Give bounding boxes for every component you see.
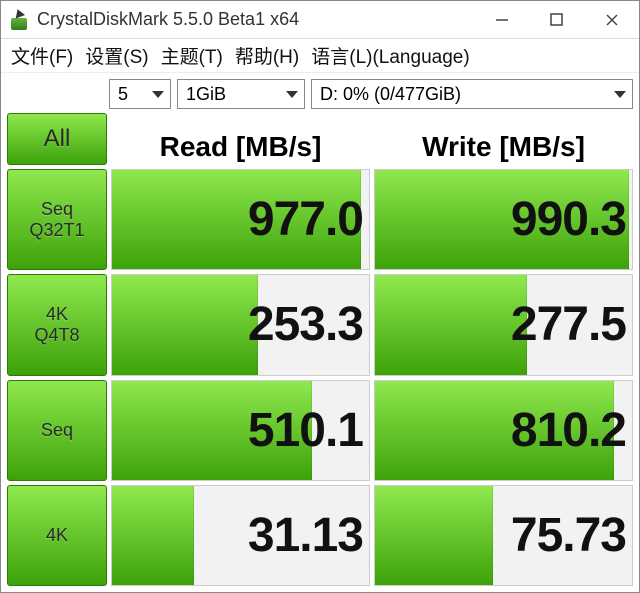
content-area: 5 1GiB D: 0% (0/477GiB) All Read [MB/s] …	[1, 73, 639, 592]
result-value: 277.5	[375, 275, 632, 374]
results-grid: All Read [MB/s] Write [MB/s] Seq Q32T1 9…	[7, 113, 633, 586]
menubar: 文件(F) 设置(S) 主题(T) 帮助(H) 语言(L)(Language)	[1, 39, 639, 73]
menu-theme[interactable]: 主题(T)	[157, 40, 227, 71]
controls-row: 5 1GiB D: 0% (0/477GiB)	[109, 79, 633, 109]
menu-language[interactable]: 语言(L)(Language)	[307, 40, 473, 71]
result-value: 75.73	[375, 486, 632, 585]
window-title: CrystalDiskMark 5.5.0 Beta1 x64	[37, 9, 474, 30]
app-window: CrystalDiskMark 5.5.0 Beta1 x64 文件(F) 设置…	[0, 0, 640, 593]
4k-read-cell: 31.13	[111, 485, 370, 586]
seq-q32t1-button[interactable]: Seq Q32T1	[7, 169, 107, 270]
4k-write-cell: 75.73	[374, 485, 633, 586]
menu-help[interactable]: 帮助(H)	[231, 40, 303, 71]
seq-q32t1-write-cell: 990.3	[374, 169, 633, 270]
maximize-button[interactable]	[529, 1, 584, 38]
seq-q32t1-read-cell: 977.0	[111, 169, 370, 270]
menu-settings[interactable]: 设置(S)	[81, 40, 152, 71]
4k-button[interactable]: 4K	[7, 485, 107, 586]
all-button[interactable]: All	[7, 113, 107, 165]
chevron-down-icon	[286, 91, 298, 98]
titlebar: CrystalDiskMark 5.5.0 Beta1 x64	[1, 1, 639, 39]
size-value: 1GiB	[186, 84, 226, 105]
chevron-down-icon	[152, 91, 164, 98]
drive-value: D: 0% (0/477GiB)	[320, 84, 461, 105]
read-header: Read [MB/s]	[111, 113, 370, 165]
runs-value: 5	[118, 84, 128, 105]
4k-q4t8-write-cell: 277.5	[374, 274, 633, 375]
seq-read-cell: 510.1	[111, 380, 370, 481]
result-value: 977.0	[112, 170, 369, 269]
result-value: 31.13	[112, 486, 369, 585]
size-dropdown[interactable]: 1GiB	[177, 79, 305, 109]
close-button[interactable]	[584, 1, 639, 38]
menu-file[interactable]: 文件(F)	[7, 40, 77, 71]
result-value: 510.1	[112, 381, 369, 480]
result-value: 990.3	[375, 170, 632, 269]
chevron-down-icon	[614, 91, 626, 98]
app-icon	[9, 10, 29, 30]
minimize-button[interactable]	[474, 1, 529, 38]
4k-q4t8-read-cell: 253.3	[111, 274, 370, 375]
result-value: 253.3	[112, 275, 369, 374]
window-controls	[474, 1, 639, 38]
result-value: 810.2	[375, 381, 632, 480]
4k-q4t8-button[interactable]: 4K Q4T8	[7, 274, 107, 375]
runs-dropdown[interactable]: 5	[109, 79, 171, 109]
seq-button[interactable]: Seq	[7, 380, 107, 481]
write-header: Write [MB/s]	[374, 113, 633, 165]
seq-write-cell: 810.2	[374, 380, 633, 481]
drive-dropdown[interactable]: D: 0% (0/477GiB)	[311, 79, 633, 109]
